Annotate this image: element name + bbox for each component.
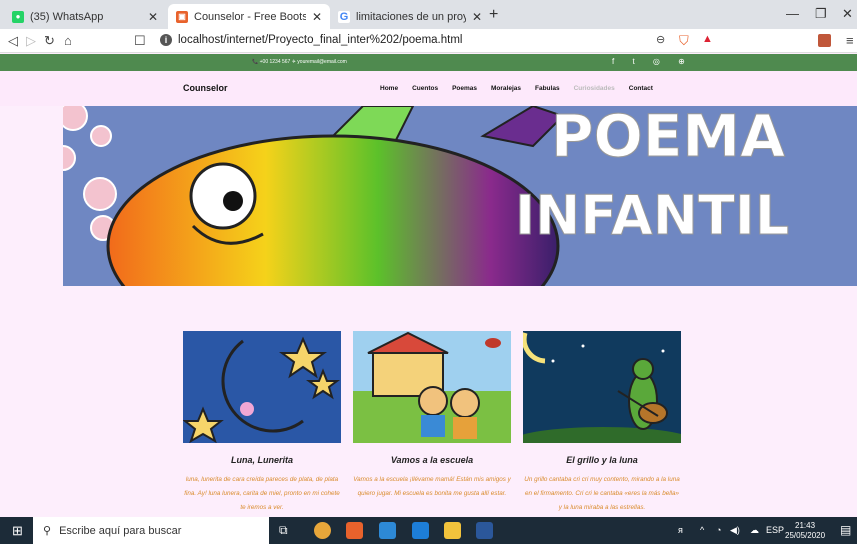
moon-image[interactable]: [183, 331, 341, 443]
brave-rewards-icon[interactable]: ▲: [702, 33, 713, 45]
task-view-icon[interactable]: ⧉: [279, 523, 288, 538]
menu-moralejas[interactable]: Moralejas: [491, 85, 521, 92]
notifications-icon[interactable]: ▤: [840, 523, 851, 537]
card-title[interactable]: Vamos a la escuela: [353, 455, 511, 465]
back-icon[interactable]: ◁: [8, 33, 18, 49]
hero-title-line2: INFANTIL: [515, 184, 789, 247]
info-icon: i: [160, 34, 172, 46]
reload-icon[interactable]: ↻: [44, 33, 55, 49]
network-icon[interactable]: ◔: [716, 525, 721, 535]
menu-poemas[interactable]: Poemas: [452, 85, 477, 92]
menu-fabulas[interactable]: Fabulas: [535, 85, 560, 92]
new-tab-button[interactable]: +: [489, 6, 498, 24]
menu-contact[interactable]: Contact: [629, 85, 653, 92]
tray-chevron-icon[interactable]: ^: [700, 525, 704, 535]
close-tab-icon[interactable]: ✕: [312, 10, 322, 24]
card-title[interactable]: El grillo y la luna: [523, 455, 681, 465]
card-text: Un grillo cantaba cri cri muy contento, …: [524, 476, 680, 511]
card-text: luna, lunerita de cara creída pareces de…: [184, 476, 340, 511]
language-indicator[interactable]: ESP: [766, 525, 784, 535]
close-tab-icon[interactable]: ✕: [148, 10, 158, 24]
app-icon[interactable]: [379, 522, 396, 539]
card-text: Vamos a la escuela ¡llévame mamá! Están …: [353, 476, 511, 497]
word-icon[interactable]: [476, 522, 493, 539]
school-image[interactable]: [353, 331, 511, 443]
file-explorer-icon[interactable]: [444, 522, 461, 539]
social-icons[interactable]: f t ◎ ⊕: [612, 57, 693, 66]
whatsapp-icon: ●: [12, 10, 24, 23]
contact-strip: 📞 +00 1234 567 ✈ youremail@email.com f t…: [0, 54, 857, 71]
close-tab-icon[interactable]: ✕: [472, 10, 482, 24]
forward-icon[interactable]: ▷: [26, 33, 36, 49]
menu-cuentos[interactable]: Cuentos: [412, 85, 438, 92]
search-icon: ⚲: [43, 525, 52, 537]
address-bar: ◁ ▷ ↻ ⌂ ☐ i localhost/internet/Proyecto_f…: [0, 29, 857, 53]
restore-button[interactable]: ❐: [815, 6, 827, 22]
site-brand[interactable]: Counselor: [183, 83, 228, 93]
windows-taskbar: ⊞ ⚲ Escribe aquí para buscar ⧉ ᴙ ^ ◔ ◀) …: [0, 517, 857, 544]
menu-home[interactable]: Home: [380, 85, 398, 92]
close-window-button[interactable]: ✕: [842, 6, 853, 22]
page-icon: ▣: [176, 10, 188, 23]
tab-whatsapp[interactable]: ● (35) WhatsApp ✕: [4, 4, 166, 29]
minimize-button[interactable]: —: [786, 6, 799, 21]
volume-icon[interactable]: ◀): [730, 525, 740, 536]
hero-title-line1: POEMA: [551, 106, 785, 170]
chrome-icon[interactable]: [314, 522, 331, 539]
main-menu: Home Cuentos Poemas Moralejas Fabulas Cu…: [380, 85, 653, 92]
taskbar-search-input[interactable]: ⚲ Escribe aquí para buscar: [33, 517, 269, 544]
browser-tabbar: ● (35) WhatsApp ✕ ▣ Counselor - Free Boo…: [0, 0, 857, 29]
poem-card[interactable]: Vamos a la escuela Vamos a la escuela ¡l…: [353, 331, 511, 501]
windows-start-icon[interactable]: ⊞: [12, 523, 23, 539]
zoom-icon[interactable]: ⊖: [656, 33, 665, 46]
site-navbar: Counselor Home Cuentos Poemas Moralejas …: [0, 71, 857, 106]
vscode-icon[interactable]: [412, 522, 429, 539]
brave-icon[interactable]: [346, 522, 363, 539]
menu-icon[interactable]: ≡: [846, 33, 854, 48]
cricket-image[interactable]: [523, 331, 681, 443]
people-icon[interactable]: ᴙ: [678, 525, 683, 535]
extension-icon[interactable]: [818, 34, 831, 47]
menu-curiosidades[interactable]: Curiosidades: [574, 85, 615, 92]
brave-shield-icon[interactable]: ⛉: [679, 33, 689, 49]
poem-cards: Luna, Lunerita luna, lunerita de cara cr…: [183, 331, 683, 511]
poem-card[interactable]: Luna, Lunerita luna, lunerita de cara cr…: [183, 331, 341, 515]
fish-illustration: POEMA INFANTIL: [63, 106, 857, 286]
bookmark-icon[interactable]: ☐: [134, 33, 146, 49]
tab-counselor[interactable]: ▣ Counselor - Free Bootstrap 4 Temp ✕: [168, 4, 330, 29]
cloud-icon[interactable]: ☁: [750, 525, 759, 536]
poem-card[interactable]: El grillo y la luna Un grillo cantaba cr…: [523, 331, 681, 515]
url-field[interactable]: i localhost/internet/Proyecto_final_inter…: [160, 34, 462, 46]
card-title[interactable]: Luna, Lunerita: [183, 455, 341, 465]
tab-google[interactable]: G limitaciones de un proyecto - Busc ✕: [330, 4, 490, 29]
contact-info: 📞 +00 1234 567 ✈ youremail@email.com: [252, 59, 347, 65]
home-icon[interactable]: ⌂: [64, 33, 72, 48]
google-icon: G: [338, 10, 350, 23]
clock[interactable]: 21:43 25/05/2020: [785, 521, 825, 541]
hero-banner: POEMA INFANTIL: [63, 106, 857, 286]
